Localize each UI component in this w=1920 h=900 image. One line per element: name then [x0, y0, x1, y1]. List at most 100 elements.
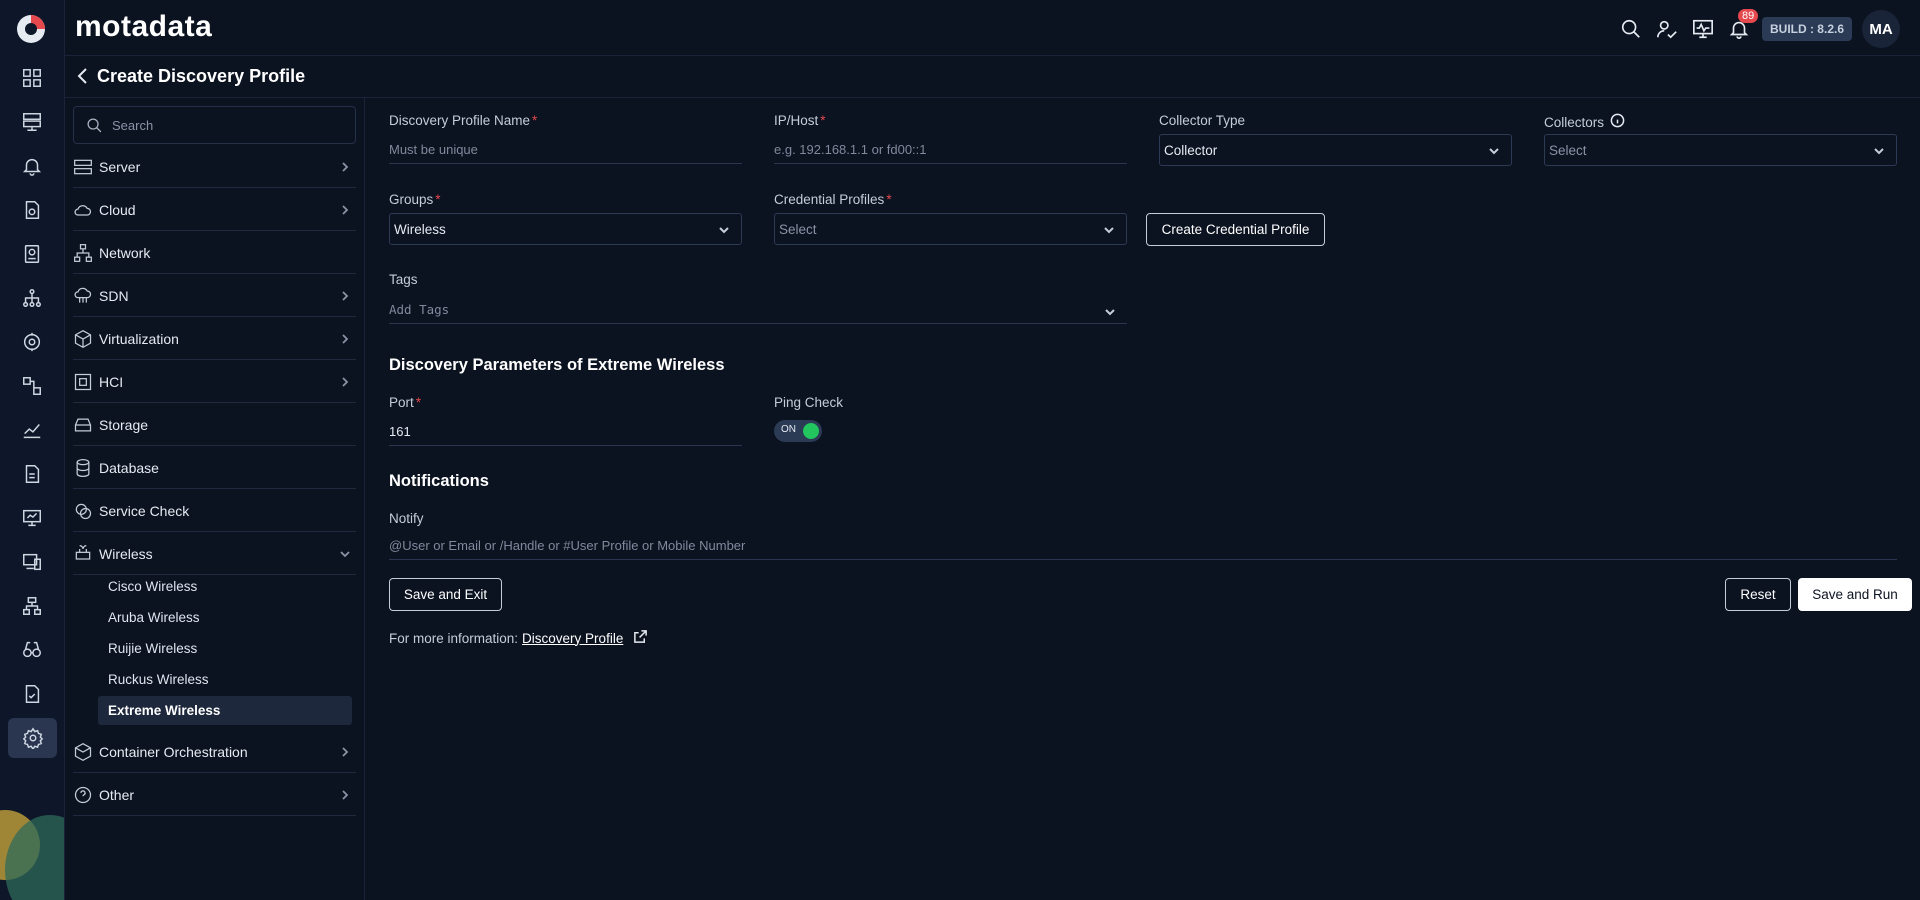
tags-input[interactable]: Add Tags [389, 296, 1127, 324]
chevron-down-icon [1102, 223, 1116, 237]
monitor-pulse-icon[interactable] [1690, 11, 1716, 47]
audit-icon[interactable] [16, 678, 48, 710]
discovery-parameters-heading: Discovery Parameters of Extreme Wireless [389, 356, 725, 374]
collectors-label: Collectors [1544, 113, 1625, 131]
info-icon[interactable] [1610, 113, 1625, 131]
external-link-icon[interactable] [633, 629, 648, 647]
network-icon [73, 243, 93, 263]
container-icon [73, 742, 93, 762]
storage-icon [73, 415, 93, 435]
settings-icon[interactable] [8, 718, 57, 758]
sidebar-item-cloud[interactable]: Cloud [73, 189, 356, 231]
port-input[interactable]: 161 [389, 418, 742, 446]
collector-type-select[interactable]: Collector [1159, 134, 1512, 166]
back-arrow-icon[interactable] [73, 66, 93, 86]
sidebar-item-virtualization[interactable]: Virtualization [73, 318, 356, 360]
search-icon[interactable] [1618, 11, 1644, 47]
profile-name-input[interactable]: Must be unique [389, 136, 742, 164]
sidebar-item-server[interactable]: Server [73, 146, 356, 188]
search-icon [87, 118, 102, 133]
sidebar-search[interactable] [73, 106, 356, 144]
topology-icon[interactable] [16, 282, 48, 314]
brand-logo[interactable]: motadata [75, 10, 212, 44]
groups-label: Groups * [389, 192, 441, 207]
chevron-right-icon [338, 375, 352, 389]
chevron-right-icon [338, 332, 352, 346]
hci-icon [73, 372, 93, 392]
notification-bell-icon[interactable]: 89 [1726, 9, 1759, 47]
create-credential-profile-button[interactable]: Create Credential Profile [1146, 213, 1325, 246]
devices-icon[interactable] [16, 546, 48, 578]
sidebar-subitem-extreme-wireless[interactable]: Extreme Wireless [98, 696, 352, 725]
inventory-icon[interactable] [16, 106, 48, 138]
port-label: Port * [389, 395, 422, 410]
sidebar-item-storage[interactable]: Storage [73, 404, 356, 446]
server-icon [73, 157, 93, 177]
user-check-icon[interactable] [1654, 11, 1680, 47]
chevron-down-icon [338, 547, 352, 561]
notify-input[interactable]: @User or Email or /Handle or #User Profi… [389, 532, 1897, 560]
sidebar-subitem-aruba-wireless[interactable]: Aruba Wireless [98, 603, 352, 632]
monitor-icon[interactable] [16, 326, 48, 358]
credential-profiles-label: Credential Profiles * [774, 192, 892, 207]
cube-icon [73, 329, 93, 349]
credential-profiles-select[interactable]: Select [774, 213, 1127, 245]
screen-icon[interactable] [16, 502, 48, 534]
bell-icon[interactable] [16, 150, 48, 182]
discovery-profile-form: Discovery Profile Name * Must be unique I… [389, 98, 1920, 900]
sdn-icon [73, 286, 93, 306]
reset-button[interactable]: Reset [1725, 578, 1791, 611]
ip-host-label: IP/Host * [774, 113, 826, 128]
ping-check-toggle[interactable]: ON [774, 420, 822, 442]
chevron-down-icon [1103, 305, 1117, 319]
dashboard-icon[interactable] [16, 62, 48, 94]
chevron-down-icon [717, 223, 731, 237]
user-avatar[interactable]: MA [1862, 10, 1900, 48]
cloud-icon [73, 200, 93, 220]
save-and-run-button[interactable]: Save and Run [1798, 578, 1912, 611]
sidebar-item-other[interactable]: Other [73, 774, 356, 816]
top-header: motadata 89 BUILD : 8.2.6 MA [65, 0, 1920, 56]
flow-icon[interactable] [16, 370, 48, 402]
hierarchy-icon[interactable] [16, 590, 48, 622]
collector-type-label: Collector Type [1159, 113, 1246, 128]
chevron-down-icon [1872, 144, 1886, 158]
sidebar-item-container-orchestration[interactable]: Container Orchestration [73, 731, 356, 773]
save-and-exit-button[interactable]: Save and Exit [389, 578, 502, 611]
sidebar-subitem-ruijie-wireless[interactable]: Ruijie Wireless [98, 634, 352, 663]
binoculars-icon[interactable] [16, 634, 48, 666]
sidebar-search-input[interactable] [112, 115, 342, 135]
sidebar-item-sdn[interactable]: SDN [73, 275, 356, 317]
build-badge: BUILD : 8.2.6 [1761, 17, 1852, 41]
sidebar-item-hci[interactable]: HCI [73, 361, 356, 403]
report-icon[interactable] [16, 238, 48, 270]
sidebar-item-wireless[interactable]: Wireless [73, 533, 356, 575]
log-icon[interactable] [16, 194, 48, 226]
sidebar-subitem-ruckus-wireless[interactable]: Ruckus Wireless [98, 665, 352, 694]
wireless-icon [73, 544, 93, 564]
notify-label: Notify [389, 511, 424, 526]
metrics-icon[interactable] [16, 414, 48, 446]
sidebar-item-service-check[interactable]: Service Check [73, 490, 356, 532]
sidebar-item-network[interactable]: Network [73, 232, 356, 274]
profile-name-label: Discovery Profile Name * [389, 113, 538, 128]
discovery-profile-link[interactable]: Discovery Profile [522, 631, 623, 646]
chevron-right-icon [338, 788, 352, 802]
category-panel: Server Cloud Network SDN Virtualization … [65, 98, 365, 900]
logo-icon[interactable] [14, 12, 48, 46]
page-title: Create Discovery Profile [97, 66, 306, 86]
page-title-bar: Create Discovery Profile [65, 56, 1920, 98]
sidebar-item-database[interactable]: Database [73, 447, 356, 489]
tags-label: Tags [389, 272, 418, 287]
sidebar-subitem-cisco-wireless[interactable]: Cisco Wireless [98, 572, 352, 601]
groups-select[interactable]: Wireless [389, 213, 742, 245]
notification-badge: 89 [1737, 9, 1759, 23]
chevron-down-icon [1487, 144, 1501, 158]
document-icon[interactable] [16, 458, 48, 490]
chevron-right-icon [338, 160, 352, 174]
ip-host-input[interactable]: e.g. 192.168.1.1 or fd00::1 [774, 136, 1127, 164]
nav-rail [0, 0, 65, 900]
ping-check-label: Ping Check [774, 395, 844, 410]
collectors-select[interactable]: Select [1544, 134, 1897, 166]
more-info: For more information: Discovery Profile [389, 629, 648, 647]
